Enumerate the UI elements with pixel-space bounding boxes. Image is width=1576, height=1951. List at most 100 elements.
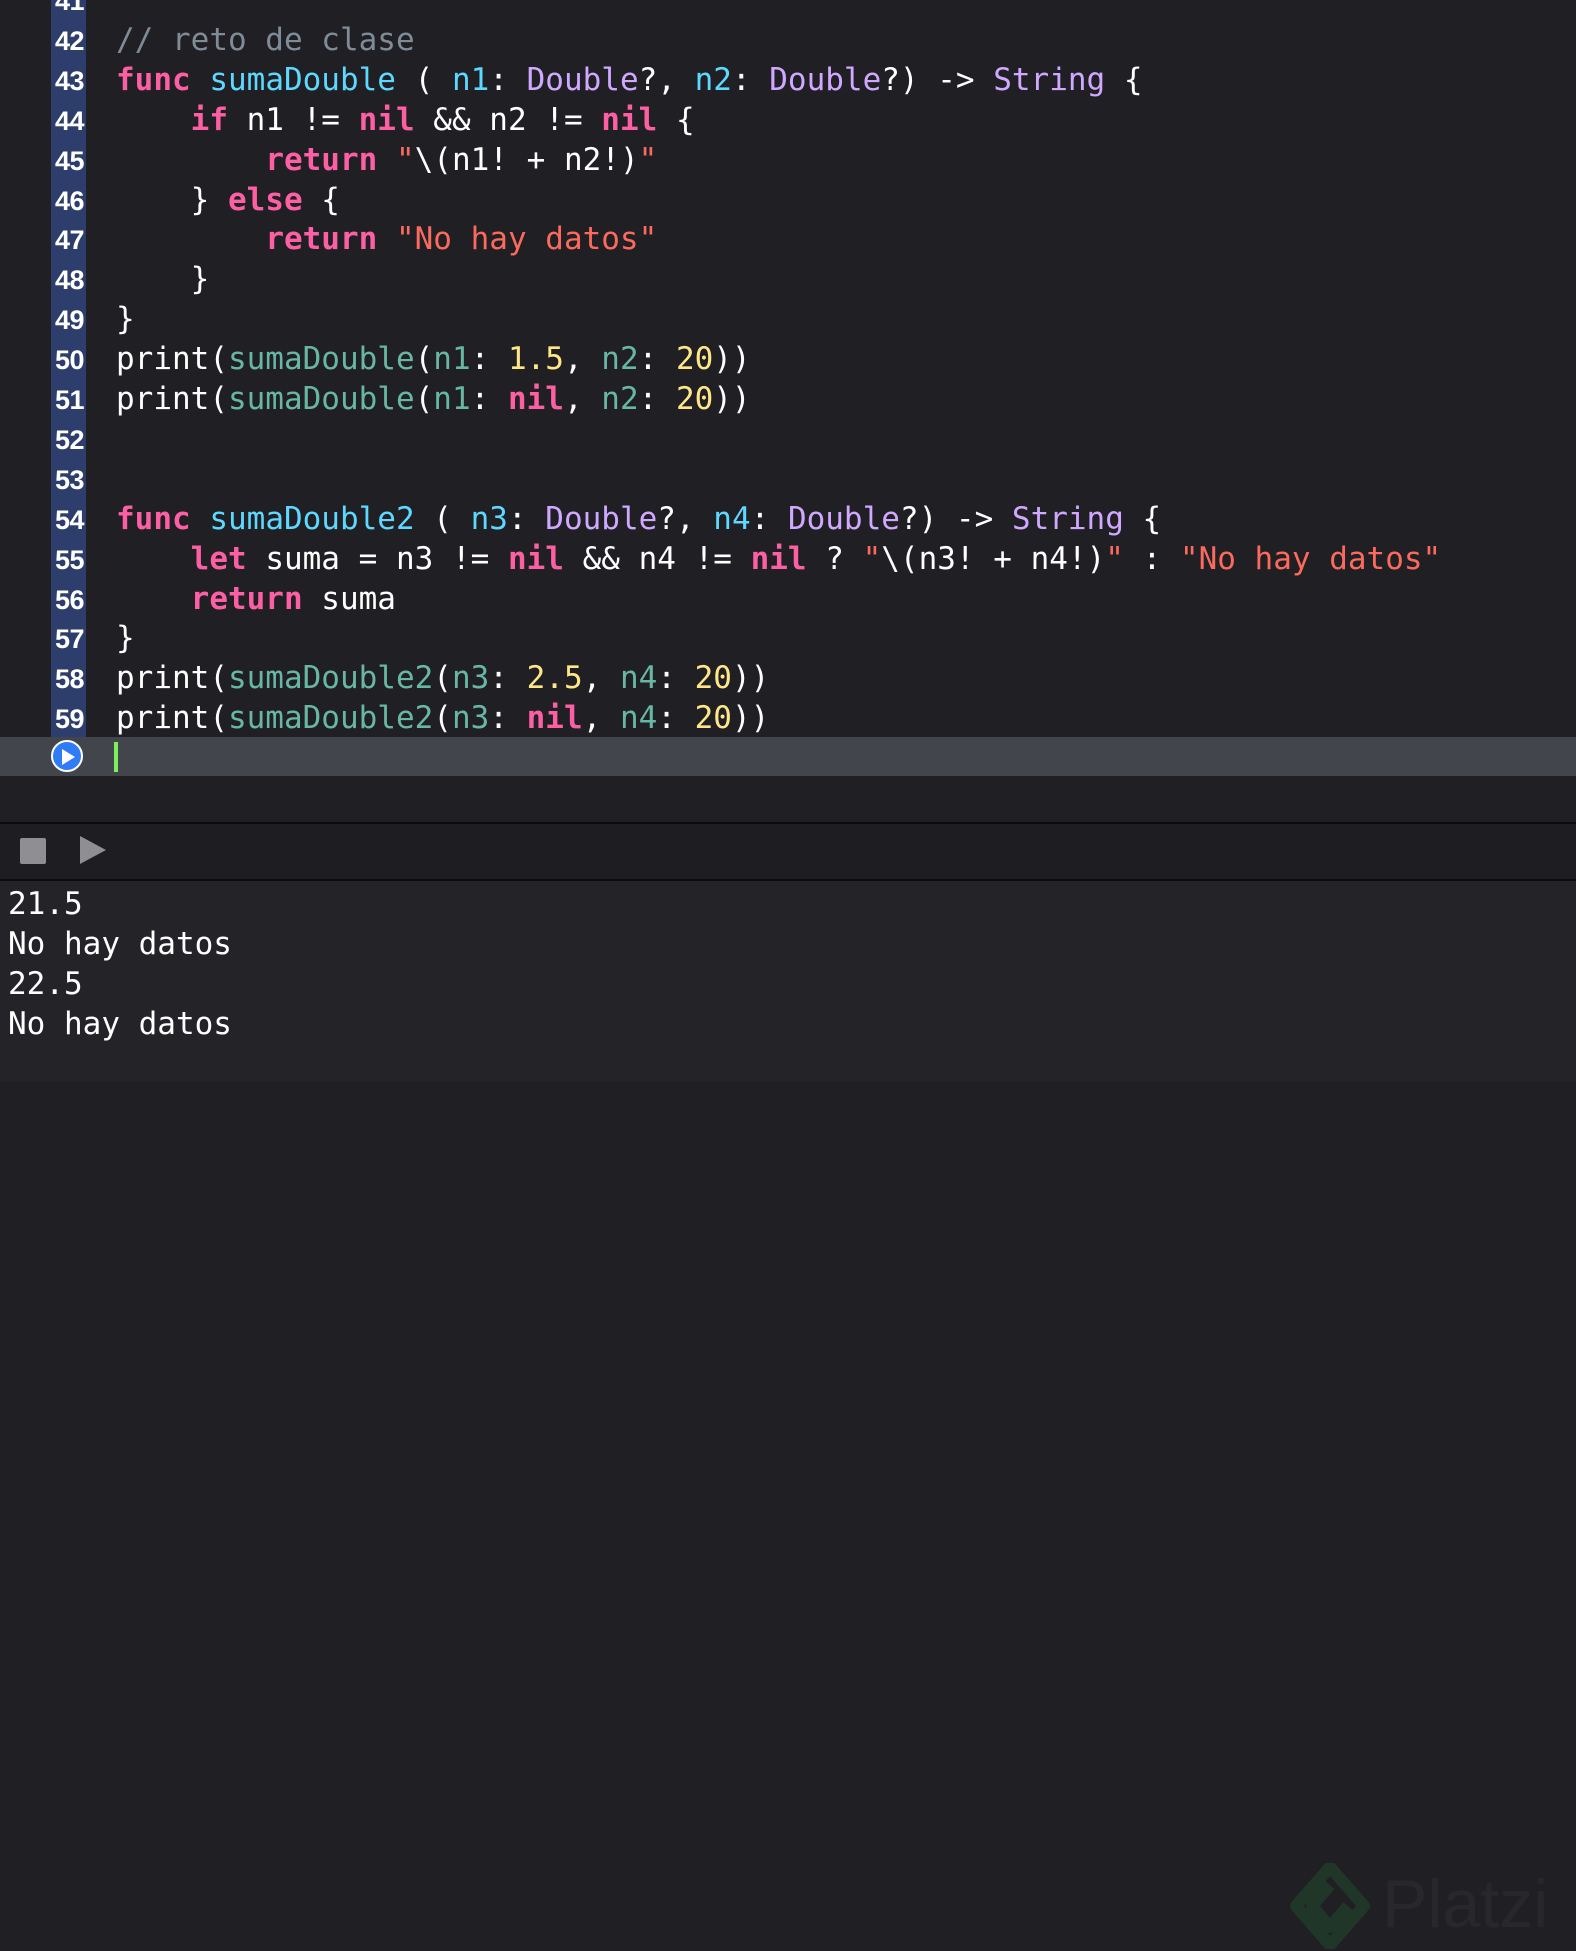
code-token: return <box>265 141 378 178</box>
code-text: print(sumaDouble2(n3: 2.5, n4: 20)) <box>116 661 769 695</box>
code-token: : <box>470 381 508 417</box>
code-token: ?) -> <box>881 61 994 98</box>
line-number: 54 <box>54 504 85 535</box>
text-cursor <box>114 742 118 772</box>
code-token: 20 <box>675 341 714 378</box>
code-text: return suma <box>116 582 396 616</box>
code-token: n1 <box>451 61 490 98</box>
code-line: 46 } else { <box>0 180 1576 220</box>
code-text: print(sumaDouble(n1: nil, n2: 20)) <box>116 382 751 416</box>
code-text: // reto de clase <box>116 23 415 57</box>
code-token: : <box>1123 540 1180 577</box>
console-output[interactable]: 21.5 No hay datos 22.5 No hay datos Plat… <box>0 881 1576 1949</box>
platzi-watermark: Platzi <box>1290 1861 1570 1951</box>
execute-button[interactable] <box>78 834 108 870</box>
code-token: , <box>563 381 602 417</box>
platzi-logo-icon <box>1290 1863 1370 1949</box>
line-number: 49 <box>54 305 85 336</box>
code-line: 53 <box>0 459 1576 499</box>
code-token: n3 <box>451 700 490 737</box>
code-token: print( <box>116 660 228 697</box>
code-line: 42 // reto de clase <box>0 20 1576 60</box>
code-token: sumaDouble <box>227 381 415 417</box>
code-token: 20 <box>694 700 732 737</box>
code-token: nil <box>526 700 583 737</box>
code-token: ( <box>395 61 452 98</box>
run-playground-button[interactable] <box>51 740 83 772</box>
code-text: if n1 != nil && n2 != nil { <box>116 103 695 137</box>
code-token: nil <box>750 540 807 577</box>
line-number: 51 <box>54 385 85 415</box>
code-token: suma = n3 != <box>246 540 508 577</box>
code-token: n4 <box>619 660 658 697</box>
code-line: 54 func sumaDouble2 ( n3: Double?, n4: Do… <box>0 499 1576 539</box>
code-token: \(n3! + n4!) <box>881 540 1106 577</box>
code-token: ?) -> <box>899 500 1012 537</box>
code-token: String <box>993 61 1106 98</box>
code-token: 20 <box>675 381 714 417</box>
stop-button[interactable] <box>20 838 46 864</box>
line-number: 47 <box>54 225 85 256</box>
code-token: n2 <box>694 61 732 98</box>
code-token: " <box>395 141 415 178</box>
code-token: n2 <box>601 381 639 417</box>
code-token: : <box>489 660 527 697</box>
code-token: sumaDouble2 <box>227 660 434 697</box>
code-token: : <box>507 500 546 537</box>
code-line: 55 let suma = n3 != nil && n4 != nil ? "… <box>0 539 1576 579</box>
code-token: // reto de clase <box>116 21 415 58</box>
code-token: ? <box>806 540 863 577</box>
code-token: "No hay datos" <box>395 221 658 258</box>
line-number: 46 <box>54 185 85 216</box>
line-number: 48 <box>54 265 85 296</box>
code-token: sumaDouble2 <box>227 700 434 737</box>
code-line: 52 <box>0 419 1576 459</box>
code-line: 56 return suma <box>0 579 1576 619</box>
line-number: 42 <box>54 25 85 56</box>
code-token: ( <box>414 500 471 537</box>
code-token: ( <box>433 700 452 737</box>
code-token: return <box>265 221 378 258</box>
code-token: )) <box>713 381 751 417</box>
code-token: : <box>638 381 676 417</box>
code-line: 48 } <box>0 259 1576 299</box>
line-number: 45 <box>54 145 85 176</box>
code-token: nil <box>601 101 658 138</box>
code-token: sumaDouble2 <box>209 500 415 537</box>
code-token: " <box>638 141 658 178</box>
code-token: : <box>470 341 508 378</box>
code-token: , <box>582 700 620 737</box>
code-token: if <box>190 101 228 138</box>
line-number: 55 <box>54 544 85 575</box>
code-line: 45 return "\(n1! + n2!)" <box>0 140 1576 180</box>
console-line: 22.5 <box>8 966 83 1002</box>
code-token: , <box>582 660 620 697</box>
line-number: 59 <box>54 704 85 735</box>
line-number: 57 <box>54 624 85 655</box>
code-token: } <box>116 620 135 657</box>
code-token: )) <box>731 700 770 737</box>
code-token: } <box>116 301 135 338</box>
code-text: } <box>116 621 135 655</box>
code-token: \(n1! + n2!) <box>414 141 639 178</box>
console-line: No hay datos <box>8 926 232 962</box>
code-line: 41 <box>0 0 1576 20</box>
code-token: return <box>190 580 303 617</box>
code-editor[interactable]: 41 42 // reto de clase 43 func sumaDouble ( … <box>0 0 1576 824</box>
console-line: No hay datos <box>8 1006 232 1042</box>
code-line: 50 print(sumaDouble(n1: 1.5, n2: 20)) <box>0 339 1576 379</box>
console-line: 21.5 <box>8 886 83 922</box>
code-token: { <box>1123 500 1162 537</box>
code-token: Double <box>769 61 882 98</box>
line-number: 44 <box>54 105 85 136</box>
line-number: 52 <box>54 424 85 455</box>
code-token: let <box>190 540 247 577</box>
code-token: nil <box>507 381 564 417</box>
code-text: func sumaDouble2 ( n3: Double?, n4: Doub… <box>116 502 1161 536</box>
